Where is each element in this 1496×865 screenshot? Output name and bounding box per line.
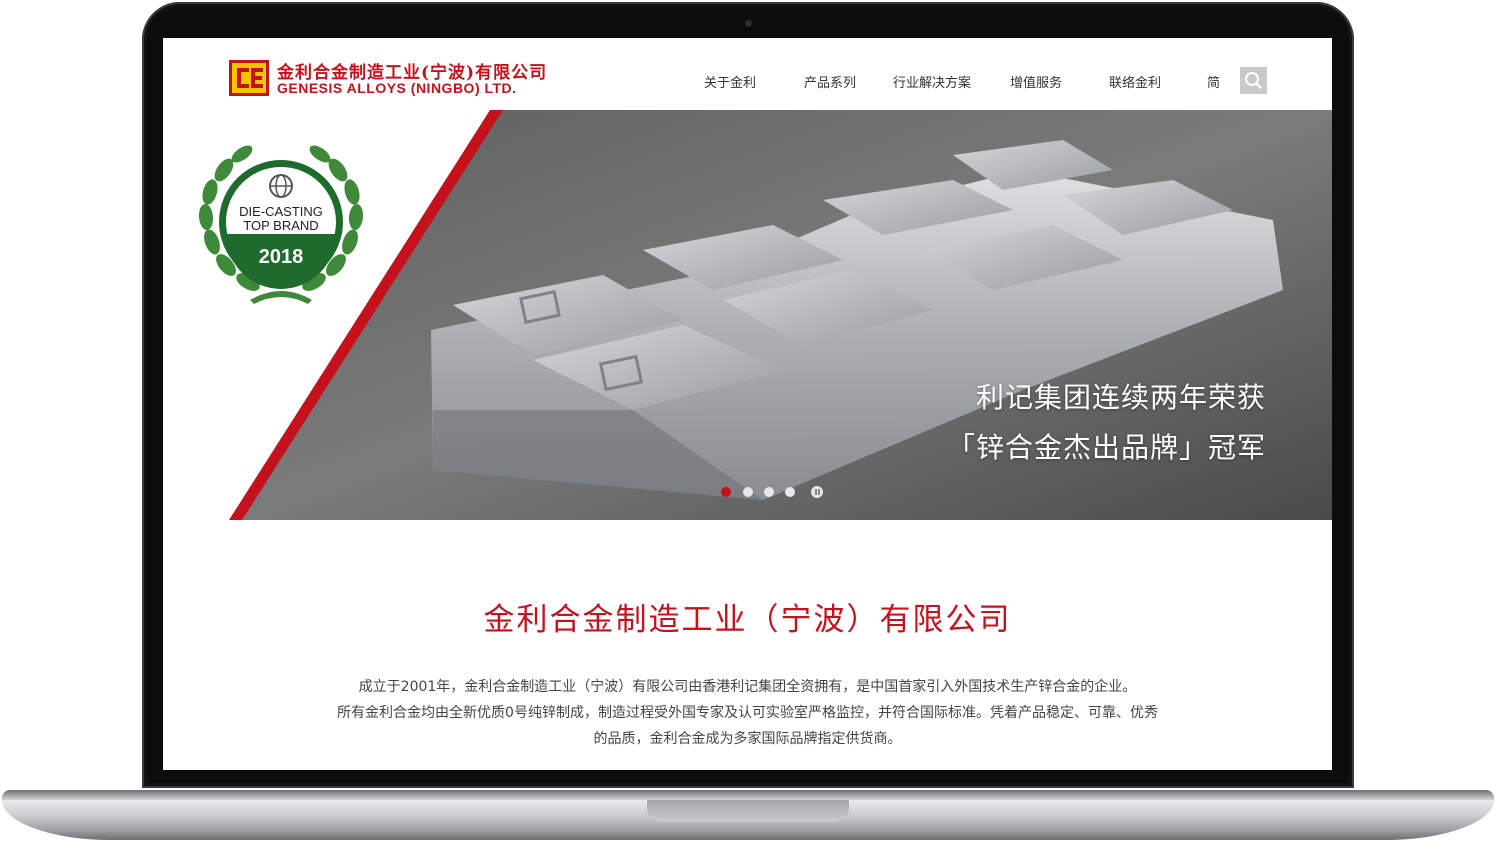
logo-english-name: GENESIS ALLOYS (NINGBO) LTD. (277, 80, 517, 96)
slide-dot-2[interactable] (743, 487, 753, 497)
intro-title: 金利合金制造工业（宁波）有限公司 (483, 602, 1012, 638)
nav-item-about[interactable]: 关于金利 (704, 72, 756, 91)
intro-line-1: 成立于2001年，金利合金制造工业（宁波）有限公司由香港利记集团全资拥有，是中国… (358, 679, 1137, 695)
badge-year: 2018 (259, 246, 304, 268)
banner-caption-line2: 「锌合金杰出品牌」冠军 (946, 431, 1266, 464)
badge-line2: TOP BRAND (243, 218, 318, 233)
nav-item-services[interactable]: 增值服务 (1010, 72, 1062, 91)
badge-line1: DIE-CASTING (239, 204, 323, 219)
nav-item-products[interactable]: 产品系列 (804, 72, 856, 91)
laptop-notch (647, 800, 849, 822)
intro-line-2: 所有金利合金均由全新优质0号纯锌制成，制造过程受外国专家及认可实验室严格监控，并… (337, 705, 1158, 721)
pause-icon[interactable] (811, 486, 823, 498)
site-header: 金利合金制造工业(宁波)有限公司 GENESIS ALLOYS (NINGBO)… (163, 38, 1332, 111)
search-button[interactable] (1240, 67, 1267, 94)
logo-mark-icon (229, 60, 269, 96)
slide-dot-4[interactable] (785, 487, 795, 497)
language-switch[interactable]: 简 (1207, 72, 1220, 91)
intro-line-3: 的品质，金利合金成为多家国际品牌指定供货商。 (593, 731, 902, 747)
camera-dot (745, 20, 752, 27)
nav-item-solutions[interactable]: 行业解决方案 (893, 72, 971, 91)
nav-item-contact[interactable]: 联络金利 (1109, 72, 1161, 91)
award-badge-icon: DIE-CASTING TOP BRAND 2018 (198, 145, 364, 304)
banner-caption-line1: 利记集团连续两年荣获 (975, 381, 1266, 414)
screen: 金利合金制造工业(宁波)有限公司 GENESIS ALLOYS (NINGBO)… (163, 38, 1332, 770)
search-icon (1245, 72, 1262, 89)
slide-dot-1[interactable] (721, 487, 731, 497)
slide-dot-3[interactable] (764, 487, 774, 497)
hero-banner: DIE-CASTING TOP BRAND 2018 利记集团连续两年荣获 「锌… (163, 110, 1332, 520)
